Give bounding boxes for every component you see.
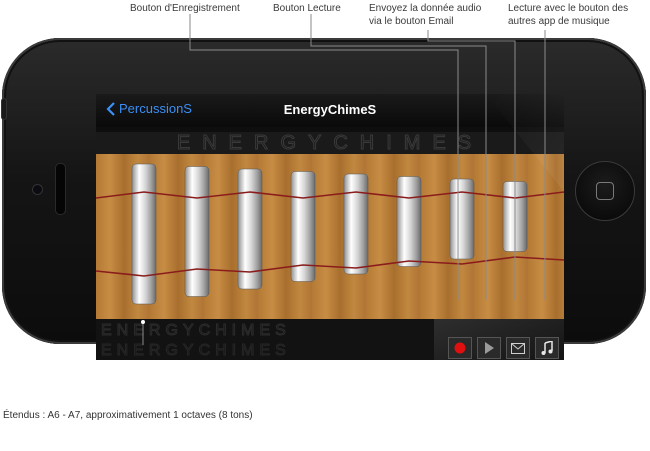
svg-text:ENERGYCHIMES: ENERGYCHIMES	[101, 342, 291, 359]
callout-record: Bouton d'Enregistrement	[130, 3, 240, 14]
record-button[interactable]	[448, 337, 472, 359]
navigation-bar: PercussionS EnergyChimeS	[96, 94, 564, 127]
chime-tube[interactable]	[343, 173, 369, 275]
speaker-grille	[55, 163, 66, 215]
chime-tube[interactable]	[396, 176, 422, 267]
callout-email-line2: via le bouton Email	[369, 16, 454, 27]
svg-text:ENERGYCHIMES: ENERGYCHIMES	[101, 322, 291, 339]
home-square-icon	[596, 182, 614, 200]
play-icon	[485, 342, 494, 354]
chime-string-top	[96, 191, 564, 199]
callout-play: Bouton Lecture	[273, 3, 341, 14]
bottom-pattern: ENERGYCHIMES ENERGYCHIMES	[101, 322, 291, 360]
chime-tube[interactable]	[184, 166, 210, 297]
music-app-button[interactable]	[535, 337, 559, 359]
app-screen: PercussionS EnergyChimeS ENERGYCHIMES EN…	[96, 94, 564, 360]
phone-body: PercussionS EnergyChimeS ENERGYCHIMES EN…	[1, 38, 646, 360]
chime-area[interactable]	[96, 154, 564, 319]
callout-music-line2: autres app de musique	[508, 16, 610, 27]
mail-icon	[511, 342, 525, 354]
callout-music: Lecture avec le bouton des autres app de…	[508, 2, 628, 28]
volume-button	[1, 98, 7, 120]
wood-panel	[96, 154, 564, 319]
banner-logo: ENERGYCHIMES	[176, 132, 483, 155]
chime-tube[interactable]	[449, 178, 475, 260]
play-button[interactable]	[477, 337, 501, 359]
page-title: EnergyChimeS	[283, 102, 377, 117]
callout-email-line1: Envoyez la donnée audio	[369, 3, 482, 14]
home-button[interactable]	[575, 161, 635, 221]
range-text: Étendus : A6 - A7, approximativement 1 o…	[3, 410, 253, 421]
email-button[interactable]	[506, 337, 530, 359]
callout-music-line1: Lecture avec le bouton des	[508, 3, 629, 14]
chime-tube[interactable]	[131, 163, 157, 305]
chime-string-bottom	[96, 256, 564, 277]
chime-tube[interactable]	[502, 181, 528, 252]
record-icon	[454, 342, 466, 354]
svg-text:ENERGYCHIMES: ENERGYCHIMES	[177, 132, 483, 154]
front-camera	[32, 184, 43, 195]
banner-strip: ENERGYCHIMES	[96, 132, 564, 155]
music-note-icon	[541, 341, 553, 355]
callout-email: Envoyez la donnée audio via le bouton Em…	[369, 2, 481, 28]
